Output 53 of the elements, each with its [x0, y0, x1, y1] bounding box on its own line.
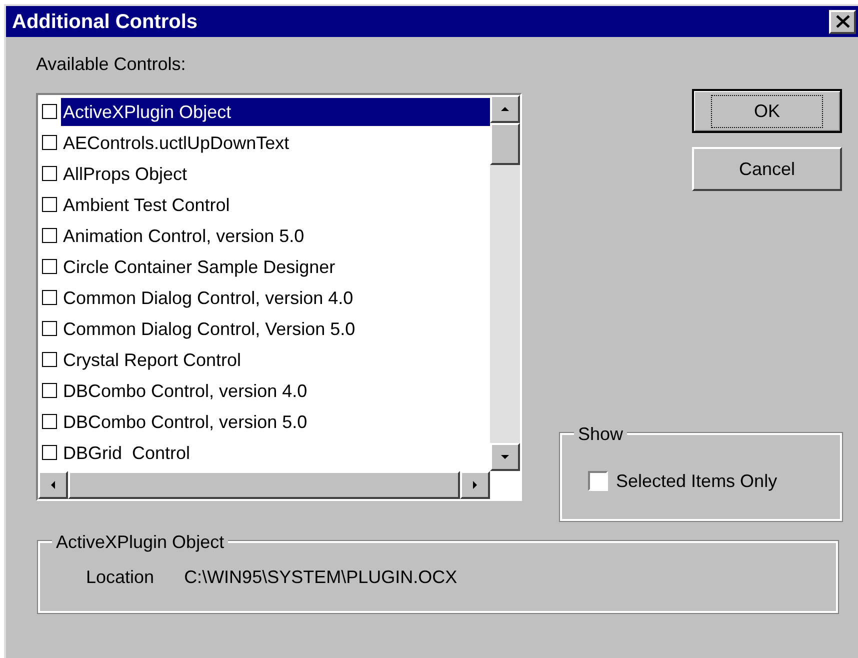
- checkbox[interactable]: [42, 321, 57, 336]
- list-item[interactable]: DBGrid Control: [42, 437, 490, 468]
- item-label: DBCombo Control, version 5.0: [62, 410, 308, 434]
- scroll-right-icon: [470, 480, 480, 490]
- dialog-button[interactable]: Cancel: [692, 147, 842, 191]
- list-item[interactable]: DBCombo Control, version 4.0: [42, 375, 490, 406]
- checkbox[interactable]: [42, 104, 57, 119]
- checkbox[interactable]: [42, 414, 57, 429]
- list-item[interactable]: Common Dialog Control, Version 5.0: [42, 313, 490, 344]
- item-label: Ambient Test Control: [62, 194, 231, 216]
- scroll-thumb[interactable]: [490, 123, 520, 165]
- checkbox[interactable]: [42, 197, 57, 212]
- checkbox[interactable]: [42, 352, 57, 367]
- item-label: AllProps Object: [62, 162, 188, 186]
- list-item[interactable]: AEControls.uctlUpDownText: [42, 127, 490, 158]
- list-item[interactable]: Circle Container Sample Designer: [42, 251, 490, 282]
- default-button[interactable]: OK: [692, 89, 842, 133]
- item-label: AEControls.uctlUpDownText: [62, 132, 290, 155]
- scroll-up-icon: [500, 104, 510, 114]
- list-item[interactable]: DBCombo Control, version 5.0: [42, 406, 490, 437]
- location-path: C:\WIN95\SYSTEM\PLUGIN.OCX: [184, 566, 458, 588]
- item-label: Animation Control, version 5.0: [62, 224, 306, 248]
- checkbox[interactable]: [42, 135, 57, 150]
- list-item[interactable]: AllProps Object: [42, 158, 490, 189]
- scroll-up-button[interactable]: [490, 95, 520, 123]
- close-button[interactable]: [829, 10, 856, 34]
- close-icon: [836, 15, 850, 28]
- list-item[interactable]: Ambient Test Control: [42, 189, 490, 220]
- scroll-down-button[interactable]: [490, 443, 520, 471]
- item-label: Common Dialog Control, Version 5.0: [62, 318, 356, 341]
- item-label: DBCombo Control, version 4.0: [62, 380, 308, 402]
- item-label: Common Dialog Control, version 4.0: [62, 286, 354, 310]
- scroll-right-button[interactable]: [460, 471, 490, 499]
- list-item[interactable]: Crystal Report Control: [42, 344, 490, 375]
- scroll-left-button[interactable]: [38, 471, 68, 499]
- checkbox[interactable]: [42, 445, 57, 460]
- list-item[interactable]: Animation Control, version 5.0: [42, 220, 490, 251]
- item-label: Circle Container Sample Designer: [62, 256, 336, 279]
- item-label: Crystal Report Control: [62, 348, 242, 372]
- scroll-down-icon: [500, 452, 510, 462]
- checkbox[interactable]: [42, 166, 57, 181]
- vertical-scrollbar[interactable]: [490, 95, 520, 471]
- checkbox[interactable]: [588, 471, 608, 491]
- checkbox-label: Selected Items Only: [616, 470, 778, 493]
- checkbox[interactable]: [42, 290, 57, 305]
- checkbox[interactable]: [42, 228, 57, 243]
- location-label: Location: [86, 566, 154, 588]
- item-label: DBGrid Control: [62, 442, 192, 464]
- checkbox[interactable]: [42, 383, 57, 398]
- checkbox[interactable]: [42, 259, 57, 274]
- list-item[interactable]: Common Dialog Control, version 4.0: [42, 282, 490, 313]
- list-label: Available Controls:: [36, 53, 187, 76]
- window-title: Additional Controls: [12, 10, 198, 34]
